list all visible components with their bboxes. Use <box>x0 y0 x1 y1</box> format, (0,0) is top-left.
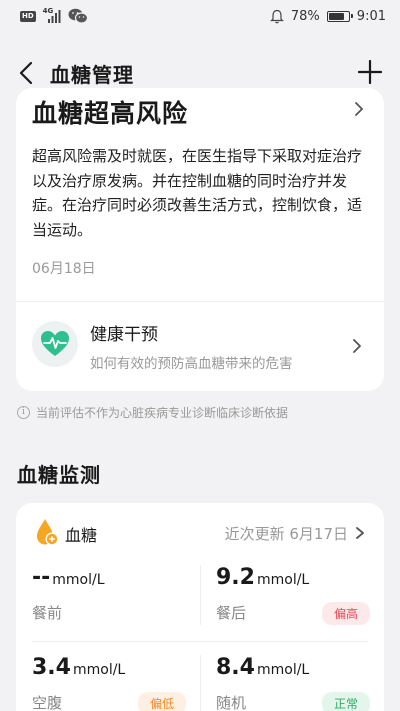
health-intervention-title[interactable]: 健康干预 <box>90 320 158 345</box>
status-badge: 偏高 <box>321 602 370 625</box>
health-intervention-subtitle: 如何有效的预防高血糖带来的危害 <box>90 356 293 372</box>
status-left: HD 4G <box>20 6 88 24</box>
divider <box>200 565 201 625</box>
reading-before-meal[interactable]: -- mmol/L 餐前 <box>32 565 202 635</box>
health-heart-icon <box>32 321 78 367</box>
divider <box>16 301 384 302</box>
reading-after-meal[interactable]: 9.2 mmol/L 餐后 偏高 <box>216 565 386 635</box>
reading-random[interactable]: 8.4 mmol/L 随机 正常 <box>216 655 386 711</box>
chevron-right-icon[interactable] <box>352 102 366 116</box>
network-type: 4G <box>42 6 54 15</box>
status-bar: HD 4G 78% 9:01 <box>0 0 400 32</box>
page-title: 血糖管理 <box>50 63 134 87</box>
reading-value: 3.4 mmol/L <box>32 655 126 680</box>
reading-value: 9.2 mmol/L <box>216 565 310 590</box>
risk-description: 超高风险需及时就医，在医生指导下采取对症治疗以及治疗原发病。并在控制血糖的同时治… <box>32 147 363 239</box>
back-arrow-icon[interactable] <box>16 60 40 86</box>
reading-value: -- mmol/L <box>32 565 105 590</box>
chevron-right-icon[interactable] <box>350 339 364 353</box>
monitor-card[interactable]: 血糖 近次更新 6月17日 -- mmol/L 餐前 9.2 mmol/L 餐后 偏… <box>16 503 384 711</box>
reading-unit: mmol/L <box>52 572 105 588</box>
reading-fasting[interactable]: 3.4 mmol/L 空腹 偏低 <box>32 655 202 711</box>
section-title: 血糖监测 <box>17 463 101 487</box>
disclaimer: i 当前评估不作为心脏疾病专业诊断临床诊断依据 <box>17 404 288 421</box>
reading-unit: mmol/L <box>256 662 310 678</box>
status-badge: 偏低 <box>137 692 186 711</box>
battery-percent: 78% <box>290 8 320 24</box>
divider <box>32 641 368 642</box>
reading-label: 随机 <box>216 694 247 711</box>
risk-card[interactable]: 血糖超高风险 超高风险需及时就医，在医生指导下采取对症治疗以及治疗原发病。并在控… <box>16 88 384 391</box>
risk-title: 血糖超高风险 <box>32 99 189 128</box>
hd-icon: HD <box>20 10 36 22</box>
add-icon[interactable] <box>358 60 382 84</box>
last-update[interactable]: 近次更新 6月17日 <box>225 523 348 544</box>
reading-label: 餐前 <box>32 604 63 622</box>
clock: 9:01 <box>356 8 386 24</box>
disclaimer-text: 当前评估不作为心脏疾病专业诊断临床诊断依据 <box>36 406 289 420</box>
reading-value: 8.4 mmol/L <box>216 655 310 680</box>
reading-unit: mmol/L <box>72 662 126 678</box>
status-badge: 正常 <box>321 692 370 711</box>
risk-date: 06月18日 <box>32 261 96 277</box>
reading-unit: mmol/L <box>256 572 310 588</box>
blood-drop-icon <box>37 519 59 546</box>
divider <box>200 655 201 711</box>
wechat-icon <box>68 8 88 24</box>
reading-label: 餐后 <box>216 604 247 622</box>
reading-label: 空腹 <box>32 694 63 711</box>
chevron-right-icon[interactable] <box>354 527 366 539</box>
blood-glucose-label: 血糖 <box>65 526 98 545</box>
battery-icon <box>326 10 353 22</box>
cellular-signal-icon: 4G <box>42 6 61 23</box>
info-icon: i <box>17 406 30 419</box>
status-right: 78% 9:01 <box>269 8 386 24</box>
bell-icon <box>269 9 284 23</box>
